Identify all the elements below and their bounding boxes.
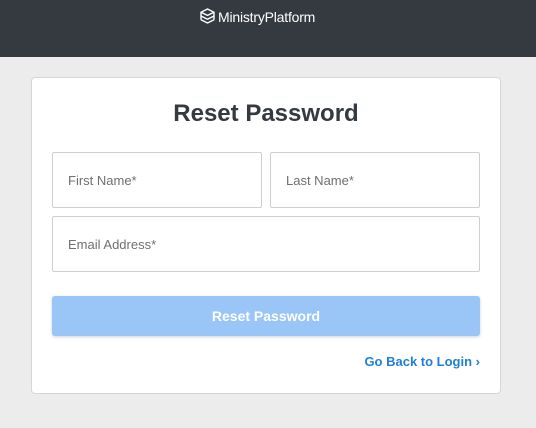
email-input[interactable] <box>53 217 479 271</box>
brand-name: MinistryPlatform <box>218 9 316 25</box>
email-field <box>52 216 480 272</box>
go-back-to-login-link[interactable]: Go Back to Login › <box>364 354 480 369</box>
page-title: Reset Password <box>173 100 359 127</box>
first-name-field <box>52 152 262 208</box>
stacked-layers-icon <box>200 8 215 26</box>
top-header-bar: MinistryPlatform <box>0 0 536 57</box>
reset-password-button[interactable]: Reset Password <box>52 296 480 336</box>
last-name-field <box>270 152 480 208</box>
first-name-input[interactable] <box>53 153 261 207</box>
reset-password-card: Reset Password Reset Password Go Back to… <box>31 77 501 394</box>
brand-logo[interactable]: MinistryPlatform <box>200 7 315 27</box>
last-name-input[interactable] <box>271 153 479 207</box>
